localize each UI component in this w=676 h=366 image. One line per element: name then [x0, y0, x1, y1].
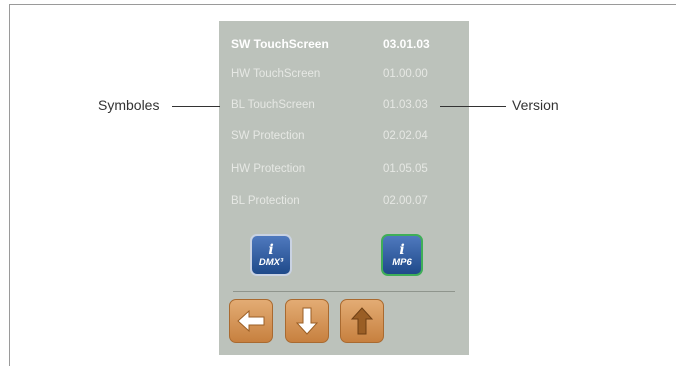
version-row-hw-touchscreen: HW TouchScreen 01.00.00: [231, 68, 463, 88]
version-row-sw-protection: SW Protection 02.02.04: [231, 130, 463, 150]
row-name: BL Protection: [231, 195, 300, 207]
row-name: HW Protection: [231, 163, 306, 175]
arrow-left-icon: [237, 309, 265, 333]
frame-top-border: [9, 4, 676, 5]
row-version: 03.01.03: [383, 37, 430, 51]
scroll-down-button[interactable]: [285, 299, 329, 343]
version-row-hw-protection: HW Protection 01.05.05: [231, 163, 463, 183]
info-dmx3-icon[interactable]: i DMX³: [250, 234, 292, 276]
row-version: 01.00.00: [383, 68, 428, 80]
info-glyph: i: [268, 241, 274, 258]
arrow-up-icon: [350, 307, 374, 335]
version-row-bl-protection: BL Protection 02.00.07: [231, 195, 463, 215]
scroll-up-button[interactable]: [340, 299, 384, 343]
version-row-sw-touchscreen: SW TouchScreen 03.01.03: [231, 37, 463, 57]
row-version: 02.02.04: [383, 130, 428, 142]
callout-symboles: Symboles: [98, 97, 160, 113]
callout-line-symboles: [172, 106, 220, 107]
frame-left-border: [9, 4, 10, 366]
row-version: 02.00.07: [383, 195, 428, 207]
callout-line-version: [440, 106, 506, 107]
row-name: BL TouchScreen: [231, 99, 315, 111]
row-version: 01.03.03: [383, 99, 428, 111]
info-mp6-icon[interactable]: i MP6: [381, 234, 423, 276]
arrow-down-icon: [295, 307, 319, 335]
info-glyph: i: [399, 241, 405, 258]
icon-label: DMX³: [258, 256, 284, 268]
row-name: SW TouchScreen: [231, 37, 329, 51]
back-button[interactable]: [229, 299, 273, 343]
row-name: HW TouchScreen: [231, 68, 321, 80]
version-row-bl-touchscreen: BL TouchScreen 01.03.03: [231, 99, 463, 119]
screen-divider: [233, 291, 455, 292]
callout-version: Version: [512, 97, 559, 113]
row-version: 01.05.05: [383, 163, 428, 175]
icon-label: MP6: [392, 256, 412, 268]
row-name: SW Protection: [231, 130, 305, 142]
touchscreen-display: SW TouchScreen 03.01.03 HW TouchScreen 0…: [219, 21, 469, 355]
